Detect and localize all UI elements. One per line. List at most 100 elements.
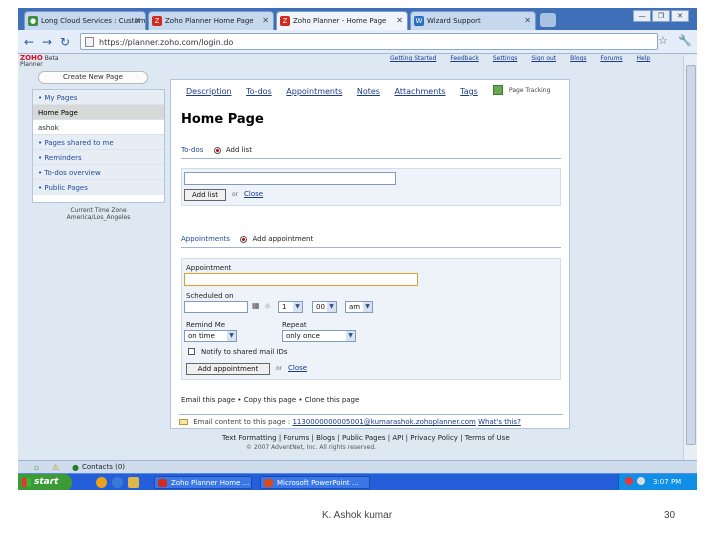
forward-icon[interactable]: → — [42, 35, 52, 49]
tab-label: Wizard Support — [427, 17, 481, 25]
volume-icon[interactable] — [637, 477, 645, 485]
tab-label: Long Cloud Services : Custom — [41, 17, 146, 25]
remind-select[interactable]: on time ▼ — [184, 330, 237, 342]
tab-description[interactable]: Description — [186, 87, 232, 96]
chrome-icon[interactable] — [96, 477, 107, 488]
folder-icon[interactable] — [128, 477, 139, 488]
close-icon[interactable]: ✕ — [396, 16, 403, 25]
tab-cloud-services[interactable]: ● Long Cloud Services : Custom ✕ — [24, 11, 146, 30]
tracking-label[interactable]: Page Tracking — [509, 87, 550, 94]
top-link[interactable]: Help — [636, 55, 650, 62]
tab-tags[interactable]: Tags — [460, 87, 478, 96]
logo-name: Planner — [20, 61, 43, 68]
sidebar-item-shared-pages[interactable]: • Pages shared to me — [33, 135, 164, 150]
repeat-label: Repeat — [282, 321, 307, 329]
hour-select[interactable]: 1 ▼ — [278, 301, 303, 313]
chevron-down-icon: ▼ — [227, 331, 236, 341]
bookmark-star-icon[interactable]: ☆ — [658, 34, 668, 47]
page-content: ZOHO Beta Planner Getting Started Feedba… — [18, 55, 683, 460]
add-appointment-button[interactable]: Add appointment — [186, 363, 270, 375]
top-link[interactable]: Forums — [600, 55, 622, 62]
top-link[interactable]: Blogs — [570, 55, 586, 62]
tab-wizard-support[interactable]: W Wizard Support ✕ — [410, 11, 536, 30]
top-link[interactable]: Feedback — [450, 55, 479, 62]
add-appointment-radio[interactable] — [240, 235, 248, 243]
todos-form: Add list or Close — [181, 168, 561, 206]
home-icon[interactable]: ⌂ — [34, 463, 39, 472]
window-close-button[interactable]: ✕ — [671, 10, 689, 22]
new-tab-button[interactable] — [540, 13, 556, 27]
close-icon[interactable]: ✕ — [524, 16, 531, 25]
sidebar-item-my-pages[interactable]: • My Pages — [33, 90, 164, 105]
appointment-input[interactable] — [184, 273, 418, 286]
sidebar-item-ashok[interactable]: ashok — [33, 120, 164, 135]
notify-label: Notify to shared mail IDs — [201, 348, 288, 356]
zoho-planner-logo[interactable]: ZOHO Beta Planner — [20, 55, 70, 68]
tab-appointments[interactable]: Appointments — [286, 87, 342, 96]
ie-icon[interactable] — [112, 477, 123, 488]
create-page-button[interactable]: Create New Page — [38, 71, 148, 84]
tab-zoho-planner[interactable]: Z Zoho Planner - Home Page ✕ — [276, 11, 408, 30]
url-text: https://planner.zoho.com/login.do — [99, 38, 234, 47]
wrench-icon[interactable]: 🔧 — [678, 34, 692, 47]
whats-this-link[interactable]: What's this? — [478, 418, 521, 426]
tracking-icon[interactable] — [493, 85, 503, 95]
sidebar-item-reminders[interactable]: • Reminders — [33, 150, 164, 165]
top-link[interactable]: Settings — [493, 55, 518, 62]
task-label: Microsoft PowerPoint ... — [277, 479, 359, 487]
timezone-label: Current Time Zone — [70, 207, 127, 214]
add-list-radio[interactable] — [213, 146, 221, 154]
top-link[interactable]: Getting Started — [390, 55, 436, 62]
task-zoho-planner[interactable]: Zoho Planner Home ... — [154, 476, 252, 489]
tab-attachments[interactable]: Attachments — [395, 87, 446, 96]
close-appointment-link[interactable]: Close — [288, 364, 307, 372]
calendar-icon[interactable]: ▦ — [252, 301, 260, 310]
sidebar-item-public-pages[interactable]: • Public Pages — [33, 180, 164, 195]
address-bar[interactable]: https://planner.zoho.com/login.do — [80, 33, 658, 50]
contacts-icon: ● — [72, 463, 79, 472]
scrollbar-thumb[interactable] — [686, 65, 696, 445]
or-text: or — [232, 191, 239, 198]
reload-icon[interactable]: ↻ — [60, 35, 70, 49]
sidebar-item-todos-overview[interactable]: • To-dos overview — [33, 165, 164, 180]
page-tabs: Description To-dos Appointments Notes At… — [186, 87, 490, 96]
page-actions[interactable]: Email this page • Copy this page • Clone… — [181, 396, 359, 404]
task-powerpoint[interactable]: Microsoft PowerPoint ... — [260, 476, 370, 489]
tab-notes[interactable]: Notes — [357, 87, 380, 96]
minute-select[interactable]: 00 ▼ — [312, 301, 337, 313]
timezone-value[interactable]: America/Los_Angeles — [32, 214, 165, 221]
contacts-label[interactable]: Contacts (0) — [82, 463, 125, 471]
clock-icon: ☼ — [264, 302, 272, 311]
add-list-button[interactable]: Add list — [184, 189, 226, 201]
footer-links[interactable]: Text Formatting | Forums | Blogs | Publi… — [222, 434, 510, 442]
date-input[interactable] — [184, 301, 248, 313]
main-panel: Description To-dos Appointments Notes At… — [170, 79, 570, 429]
task-label: Zoho Planner Home ... — [171, 479, 250, 487]
top-link[interactable]: Sign out — [531, 55, 556, 62]
list-name-input[interactable] — [184, 172, 396, 185]
close-icon[interactable]: ✕ — [134, 16, 141, 25]
minimize-button[interactable]: — — [633, 10, 651, 22]
maximize-button[interactable]: ❐ — [652, 10, 670, 22]
repeat-value: only once — [286, 332, 320, 340]
tab-zoho-home[interactable]: Z Zoho Planner Home Page ✕ — [148, 11, 274, 30]
email-address-link[interactable]: 1130000000005001@kumarashok.zohoplanner.… — [292, 418, 475, 426]
close-todo-link[interactable]: Close — [244, 190, 263, 198]
add-list-option[interactable]: Add list — [226, 146, 252, 154]
ampm-select[interactable]: am ▼ — [345, 301, 373, 313]
back-icon[interactable]: ← — [24, 35, 34, 49]
system-tray: 3:07 PM — [618, 474, 697, 490]
add-appointment-option[interactable]: Add appointment — [253, 235, 314, 243]
sidebar-item-home-page[interactable]: Home Page — [33, 105, 164, 120]
close-icon[interactable]: ✕ — [262, 16, 269, 25]
repeat-select[interactable]: only once ▼ — [282, 330, 356, 342]
navigation-bar: ← → ↻ https://planner.zoho.com/login.do … — [18, 30, 697, 54]
appointment-form: Appointment Scheduled on ▦ ☼ 1 ▼ 00 ▼ am ▼ … — [181, 258, 561, 380]
chevron-down-icon: ▼ — [363, 302, 372, 312]
notify-checkbox[interactable] — [188, 348, 195, 355]
clock[interactable]: 3:07 PM — [653, 478, 681, 486]
tray-icon[interactable] — [625, 477, 633, 485]
start-button[interactable]: start — [18, 474, 72, 490]
vertical-scrollbar[interactable] — [683, 55, 697, 460]
tab-todos[interactable]: To-dos — [246, 87, 272, 96]
